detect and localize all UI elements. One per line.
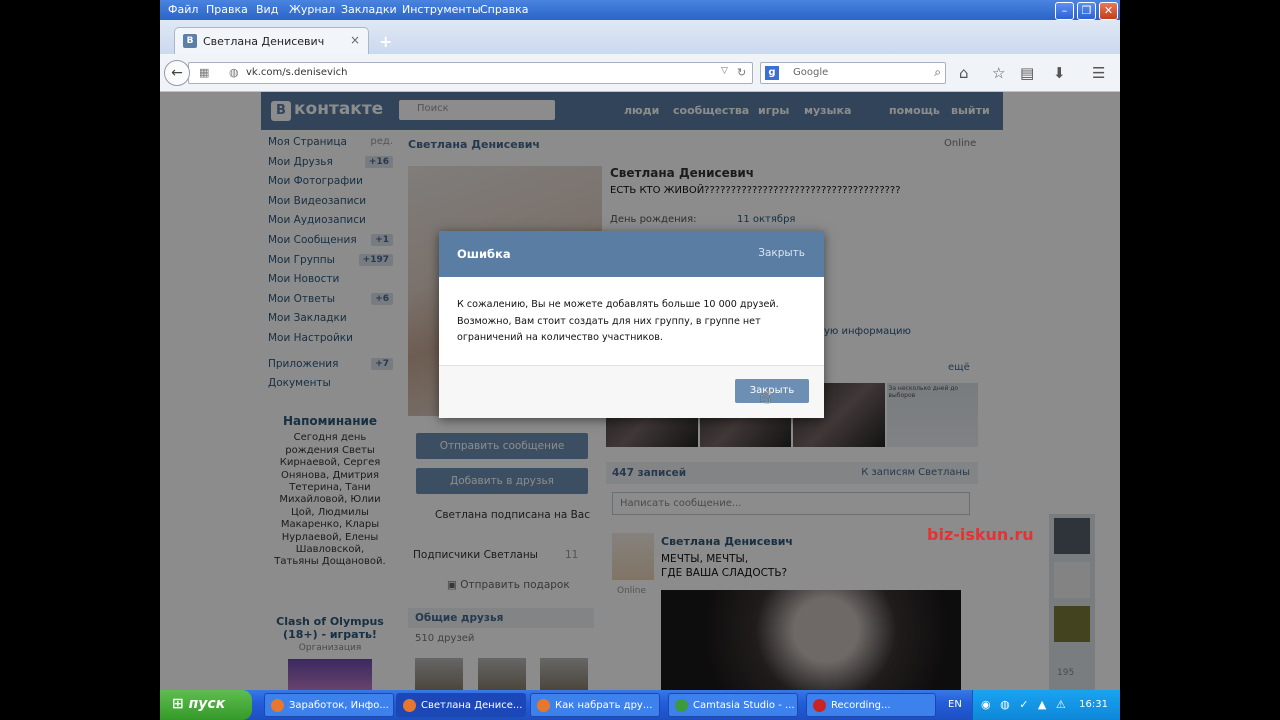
clock[interactable]: 16:31 xyxy=(1079,699,1108,710)
menu-hamburger-icon[interactable]: ☰ xyxy=(1092,64,1105,82)
task-button[interactable]: Camtasia Studio - ... xyxy=(668,693,798,717)
task-button[interactable]: Как набрать дру... xyxy=(530,693,660,717)
menu-tools[interactable]: Инструменты xyxy=(402,3,481,16)
language-indicator[interactable]: EN xyxy=(948,699,962,710)
dialog-title: Ошибка xyxy=(457,247,511,261)
reload-icon[interactable]: ↻ xyxy=(737,66,746,79)
menu-bookmarks[interactable]: Закладки xyxy=(341,3,397,16)
url-text: vk.com/s.denisevich xyxy=(246,67,348,78)
url-bar[interactable]: ▦ ◍ vk.com/s.denisevich ▽ ↻ xyxy=(188,62,753,84)
new-tab-icon[interactable]: + xyxy=(379,32,392,51)
tray-icons[interactable]: ◉ ◍ ✓ ▲ ⚠ xyxy=(981,698,1069,711)
task-label: Светлана Денисе... xyxy=(421,700,523,711)
tab-title: Светлана Денисевич xyxy=(203,35,325,48)
menu-edit[interactable]: Правка xyxy=(206,3,248,16)
dialog-close-button[interactable]: Закрыть xyxy=(735,379,809,403)
task-label: Как набрать дру... xyxy=(555,700,653,711)
close-window-icon[interactable]: ✕ xyxy=(1099,2,1118,20)
task-label: Camtasia Studio - ... xyxy=(693,700,795,711)
system-tray: ◉ ◍ ✓ ▲ ⚠ 16:31 xyxy=(972,690,1120,720)
tab-vk-profile[interactable]: B Светлана Денисевич × xyxy=(174,27,369,54)
home-icon[interactable]: ⌂ xyxy=(959,64,969,82)
search-icon[interactable]: ⌕ xyxy=(934,65,941,80)
dialog-message: К сожалению, Вы не можете добавлять боль… xyxy=(457,297,807,347)
mouse-cursor-icon: ☝ xyxy=(760,387,771,408)
bookmark-star-icon[interactable]: ☆ xyxy=(992,64,1005,82)
restore-icon[interactable]: ❐ xyxy=(1077,2,1096,20)
windows-flag-icon: ⊞ xyxy=(172,696,189,712)
task-button-active[interactable]: Светлана Денисе... xyxy=(396,693,526,717)
menu-file[interactable]: Файл xyxy=(168,3,198,16)
screen: Файл Правка Вид Журнал Закладки Инструме… xyxy=(160,0,1120,720)
task-label: Заработок, Инфо... xyxy=(289,700,389,711)
search-placeholder: Google xyxy=(793,67,829,78)
task-label: Recording... xyxy=(831,700,891,711)
start-label: пуск xyxy=(188,696,226,712)
vk-favicon-icon: B xyxy=(183,34,197,48)
firefox-icon xyxy=(403,699,416,712)
globe-icon: ◍ xyxy=(229,66,239,79)
start-button[interactable]: ⊞ пуск xyxy=(160,690,252,720)
windows-taskbar: ⊞ пуск Заработок, Инфо... Светлана Денис… xyxy=(160,690,1120,720)
minimize-icon[interactable]: – xyxy=(1055,2,1074,20)
tab-close-icon[interactable]: × xyxy=(350,33,360,47)
dialog-close-link[interactable]: Закрыть xyxy=(758,247,805,259)
menu-help[interactable]: Справка xyxy=(480,3,528,16)
download-icon[interactable]: ⬇ xyxy=(1053,64,1066,82)
menu-history[interactable]: Журнал xyxy=(289,3,335,16)
tab-strip: B Светлана Денисевич × + xyxy=(160,20,1120,54)
recording-icon xyxy=(813,699,826,712)
task-button[interactable]: Заработок, Инфо... xyxy=(264,693,394,717)
dialog-line: ограничений на количество участников. xyxy=(457,332,663,343)
search-bar[interactable]: g Google ⌕ xyxy=(760,62,946,84)
dropdown-icon[interactable]: ▽ xyxy=(721,66,728,76)
dialog-header: Ошибка Закрыть xyxy=(439,231,824,277)
watermark-text: biz-iskun.ru xyxy=(927,525,1034,544)
dialog-line: К сожалению, Вы не можете добавлять боль… xyxy=(457,299,779,310)
error-dialog: Ошибка Закрыть К сожалению, Вы не можете… xyxy=(439,231,824,418)
menu-view[interactable]: Вид xyxy=(256,3,278,16)
page-icon: ▦ xyxy=(199,66,210,79)
google-engine-icon[interactable]: g xyxy=(765,66,779,80)
camtasia-icon xyxy=(675,699,688,712)
back-button-icon[interactable]: ← xyxy=(164,60,190,86)
dialog-line: Возможно, Вам стоит создать для них груп… xyxy=(457,315,761,327)
navigation-toolbar: ▦ ◍ vk.com/s.denisevich ▽ ↻ ← g Google ⌕… xyxy=(160,54,1120,92)
menu-bar: Файл Правка Вид Журнал Закладки Инструме… xyxy=(160,0,1120,20)
firefox-icon xyxy=(537,699,550,712)
firefox-icon xyxy=(271,699,284,712)
task-button[interactable]: Recording... xyxy=(806,693,936,717)
bookmarks-list-icon[interactable]: ▤ xyxy=(1020,64,1034,82)
